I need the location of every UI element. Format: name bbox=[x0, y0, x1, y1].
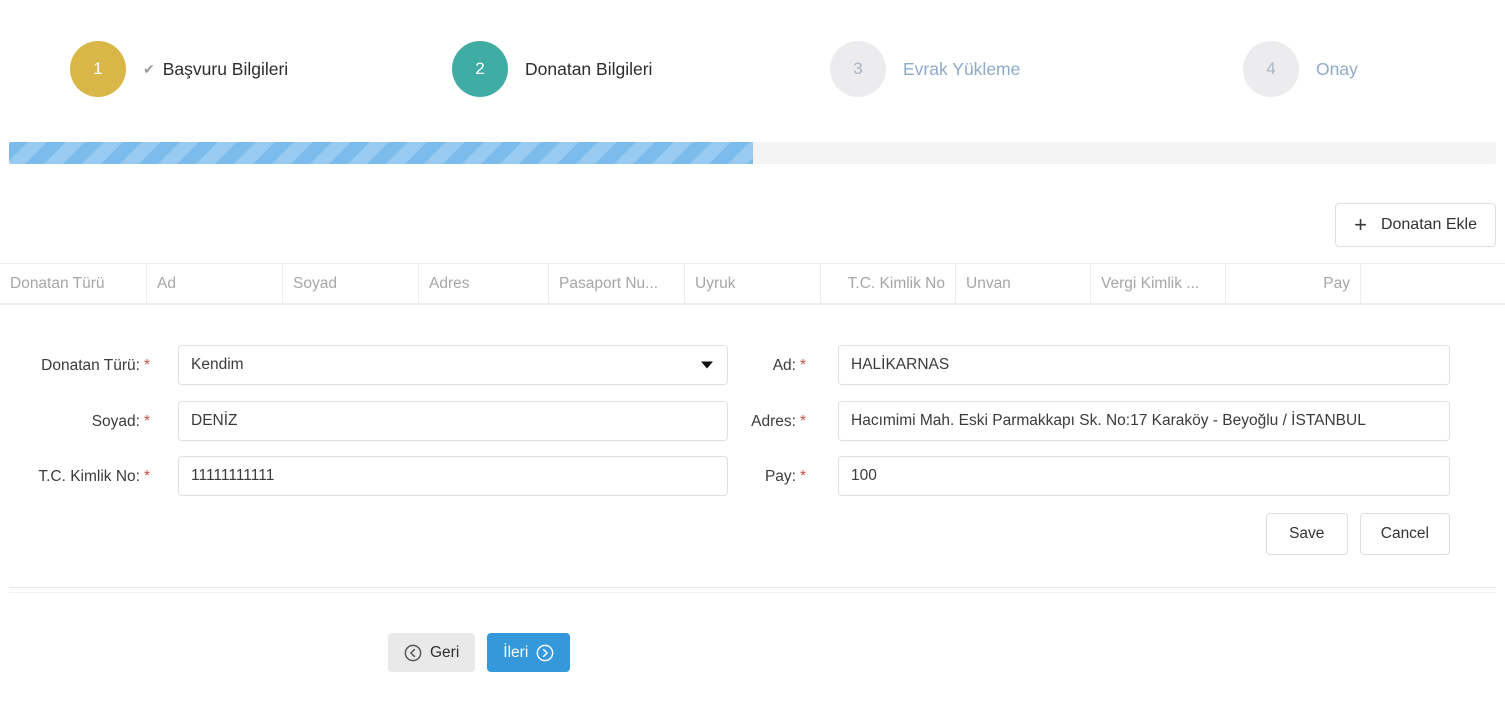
form-action-buttons: Save Cancel bbox=[1265, 513, 1450, 555]
arrow-left-circle-icon bbox=[404, 644, 422, 661]
next-button[interactable]: İleri bbox=[487, 633, 571, 672]
first-name-label: Ad: * bbox=[700, 358, 806, 374]
save-button[interactable]: Save bbox=[1265, 513, 1348, 555]
step-1-label: Başvuru Bilgileri bbox=[162, 58, 289, 79]
national-id-input[interactable]: 11111111111 bbox=[178, 456, 728, 496]
required-asterisk: * bbox=[143, 357, 150, 374]
step-2-label: Donatan Bilgileri bbox=[525, 58, 653, 79]
national-id-label-text: T.C. Kimlik No: bbox=[38, 468, 140, 485]
last-name-value: DENİZ bbox=[191, 412, 238, 429]
last-name-input[interactable]: DENİZ bbox=[178, 401, 728, 441]
last-name-label: Soyad: * bbox=[0, 414, 150, 430]
last-name-label-text: Soyad: bbox=[91, 413, 140, 430]
arrow-right-circle-icon bbox=[536, 644, 554, 661]
grid-column-ad[interactable]: Ad bbox=[146, 264, 282, 303]
wizard-step-1[interactable]: 1 ✔ Başvuru Bilgileri bbox=[70, 41, 288, 97]
share-value: 100 bbox=[851, 467, 877, 484]
share-label: Pay: * bbox=[700, 469, 806, 485]
grid-column-unvan[interactable]: Unvan bbox=[955, 264, 1090, 303]
address-label: Adres: * bbox=[700, 414, 806, 430]
national-id-value: 11111111111 bbox=[191, 467, 275, 484]
share-input[interactable]: 100 bbox=[838, 456, 1450, 496]
back-button[interactable]: Geri bbox=[388, 633, 476, 672]
next-button-label: İleri bbox=[503, 643, 529, 661]
first-name-value: HALİKARNAS bbox=[851, 356, 950, 373]
grid-column-pasaport-no[interactable]: Pasaport Nu... bbox=[548, 264, 684, 303]
required-asterisk: * bbox=[799, 357, 806, 374]
share-label-text: Pay: bbox=[764, 468, 796, 485]
wizard-step-2[interactable]: 2 Donatan Bilgileri bbox=[452, 41, 652, 97]
back-button-label: Geri bbox=[430, 643, 460, 661]
national-id-label: T.C. Kimlik No: * bbox=[0, 469, 150, 485]
section-divider-bottom bbox=[9, 592, 1496, 593]
grid-column-donatan-turu[interactable]: Donatan Türü bbox=[0, 264, 146, 303]
grid-column-uyruk[interactable]: Uyruk bbox=[684, 264, 820, 303]
check-icon: ✔ bbox=[143, 61, 155, 77]
address-value: Hacımimi Mah. Eski Parmakkapı Sk. No:17 … bbox=[851, 412, 1366, 429]
address-input[interactable]: Hacımimi Mah. Eski Parmakkapı Sk. No:17 … bbox=[838, 401, 1450, 441]
donor-type-label: Donatan Türü: * bbox=[0, 358, 150, 374]
step-1-number-circle: 1 bbox=[70, 41, 126, 97]
grid-column-actions bbox=[1360, 264, 1505, 303]
donor-type-label-text: Donatan Türü: bbox=[41, 357, 140, 374]
progress-bar-fill bbox=[9, 142, 753, 164]
section-divider-top bbox=[9, 587, 1496, 588]
add-donor-button[interactable]: + Donatan Ekle bbox=[1335, 203, 1496, 247]
required-asterisk: * bbox=[143, 468, 150, 485]
required-asterisk: * bbox=[143, 413, 150, 430]
step-3-number-circle: 3 bbox=[830, 41, 886, 97]
step-1-label-wrap: ✔ Başvuru Bilgileri bbox=[143, 59, 288, 80]
wizard-step-4[interactable]: 4 Onay bbox=[1243, 41, 1358, 97]
wizard-step-3[interactable]: 3 Evrak Yükleme bbox=[830, 41, 1020, 97]
grid-column-vergi-kimlik[interactable]: Vergi Kimlik ... bbox=[1090, 264, 1225, 303]
step-2-number-circle: 2 bbox=[452, 41, 508, 97]
plus-icon: + bbox=[1354, 212, 1367, 237]
grid-column-soyad[interactable]: Soyad bbox=[282, 264, 418, 303]
step-4-number-circle: 4 bbox=[1243, 41, 1299, 97]
wizard-step-indicator: 1 ✔ Başvuru Bilgileri 2 Donatan Bilgiler… bbox=[0, 0, 1505, 130]
step-3-label: Evrak Yükleme bbox=[903, 58, 1021, 79]
donor-type-select[interactable]: Kendim bbox=[178, 345, 728, 385]
first-name-input[interactable]: HALİKARNAS bbox=[838, 345, 1450, 385]
donor-type-value: Kendim bbox=[191, 356, 244, 373]
wizard-progress-bar bbox=[9, 142, 1496, 164]
first-name-label-text: Ad: bbox=[772, 357, 796, 374]
address-label-text: Adres: bbox=[751, 413, 796, 430]
required-asterisk: * bbox=[799, 468, 806, 485]
grid-column-pay[interactable]: Pay bbox=[1225, 264, 1360, 303]
grid-column-adres[interactable]: Adres bbox=[418, 264, 548, 303]
cancel-button[interactable]: Cancel bbox=[1359, 513, 1450, 555]
required-asterisk: * bbox=[799, 413, 806, 430]
donor-information-wizard-page: 1 ✔ Başvuru Bilgileri 2 Donatan Bilgiler… bbox=[0, 0, 1505, 720]
donor-grid-header: Donatan Türü Ad Soyad Adres Pasaport Nu.… bbox=[0, 263, 1505, 305]
wizard-navigation: Geri İleri bbox=[388, 633, 571, 672]
grid-column-tc-kimlik-no[interactable]: T.C. Kimlik No bbox=[820, 264, 955, 303]
step-4-label: Onay bbox=[1316, 58, 1358, 79]
add-donor-button-label: Donatan Ekle bbox=[1380, 216, 1477, 233]
